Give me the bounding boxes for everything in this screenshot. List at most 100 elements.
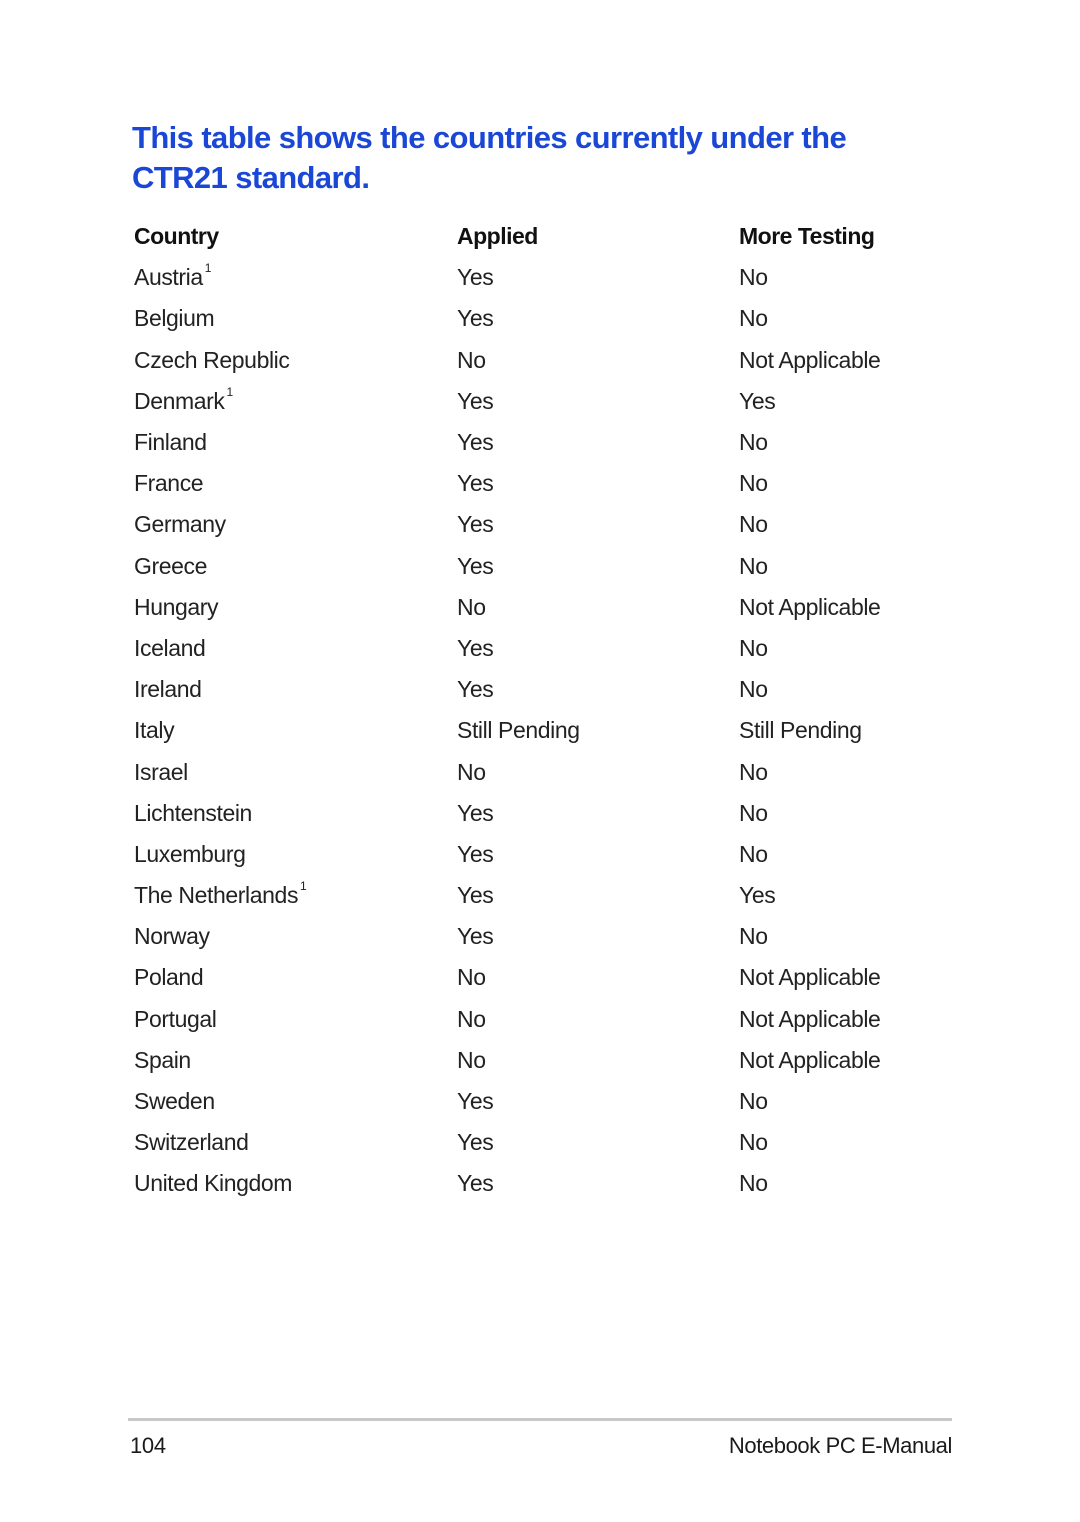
country-name: Ireland <box>134 676 202 703</box>
country-name: Hungary <box>134 593 219 620</box>
more-testing-cell: No <box>739 799 768 826</box>
more-testing-cell: Not Applicable <box>739 346 881 373</box>
country-cell: France <box>134 463 457 504</box>
table-row: Hungary No Not Applicable <box>134 587 959 628</box>
more-testing-cell: No <box>739 840 768 867</box>
country-name: Austria <box>134 264 203 291</box>
country-cell: Greece <box>134 546 457 587</box>
ctr21-countries-table: Country Applied More Testing Austria 1 Ye… <box>134 216 959 1205</box>
applied-cell: Still Pending <box>457 717 580 744</box>
more-testing-cell: Not Applicable <box>739 1046 881 1073</box>
country-name: Spain <box>134 1046 191 1073</box>
more-testing-cell: No <box>739 1088 768 1115</box>
applied-cell: Yes <box>457 387 494 414</box>
table-row: Sweden Yes No <box>134 1081 959 1122</box>
country-cell: Norway <box>134 916 457 957</box>
applied-cell: No <box>457 1005 486 1032</box>
country-cell: Iceland <box>134 628 457 669</box>
country-name: United Kingdom <box>134 1170 293 1197</box>
table-row: Germany Yes No <box>134 504 959 545</box>
country-name: Germany <box>134 511 226 538</box>
applied-cell: Yes <box>457 470 494 497</box>
column-header-more-testing: More Testing <box>739 223 875 250</box>
country-name: Czech Republic <box>134 346 290 373</box>
table-row: Switzerland Yes No <box>134 1122 959 1163</box>
table-row: Iceland Yes No <box>134 628 959 669</box>
applied-cell: Yes <box>457 1088 494 1115</box>
country-cell: Hungary <box>134 587 457 628</box>
country-cell: Switzerland <box>134 1122 457 1163</box>
more-testing-cell: Not Applicable <box>739 964 881 991</box>
table-row: Poland No Not Applicable <box>134 957 959 998</box>
country-name: Lichtenstein <box>134 799 252 826</box>
country-name: Greece <box>134 552 208 579</box>
manual-name: Notebook PC E-Manual <box>728 1433 953 1458</box>
applied-cell: Yes <box>457 634 494 661</box>
country-name: Norway <box>134 923 210 950</box>
applied-cell: Yes <box>457 511 494 538</box>
country-cell: Israel <box>134 751 457 792</box>
country-cell: Poland <box>134 957 457 998</box>
column-header-applied: Applied <box>457 223 538 250</box>
country-name: Finland <box>134 429 207 456</box>
table-row: Spain No Not Applicable <box>134 1040 959 1081</box>
country-name: France <box>134 470 204 497</box>
country-cell: Czech Republic <box>134 340 457 381</box>
applied-cell: No <box>457 964 486 991</box>
country-name: Belgium <box>134 305 215 332</box>
table-row: Austria 1 Yes No <box>134 257 959 298</box>
more-testing-cell: No <box>739 511 768 538</box>
more-testing-cell: No <box>739 676 768 703</box>
table-row: France Yes No <box>134 463 959 504</box>
country-name: Portugal <box>134 1005 217 1032</box>
country-cell: Italy <box>134 710 457 751</box>
more-testing-cell: No <box>739 470 768 497</box>
table-row: Denmark 1 Yes Yes <box>134 381 959 422</box>
applied-cell: No <box>457 758 486 785</box>
more-testing-cell: No <box>739 758 768 785</box>
table-row: Ireland Yes No <box>134 669 959 710</box>
applied-cell: Yes <box>457 429 494 456</box>
more-testing-cell: No <box>739 429 768 456</box>
more-testing-cell: Yes <box>739 387 776 414</box>
page-number: 104 <box>130 1433 166 1458</box>
applied-cell: Yes <box>457 552 494 579</box>
country-cell: Portugal <box>134 999 457 1040</box>
footer-divider <box>128 1418 952 1421</box>
table-row: Finland Yes No <box>134 422 959 463</box>
applied-cell: Yes <box>457 1129 494 1156</box>
applied-cell: Yes <box>457 676 494 703</box>
more-testing-cell: No <box>739 1129 768 1156</box>
more-testing-cell: No <box>739 634 768 661</box>
applied-cell: Yes <box>457 264 494 291</box>
applied-cell: No <box>457 1046 486 1073</box>
table-body: Austria 1 Yes No Belgium Yes No Czech Rep… <box>134 257 959 1204</box>
footnote-marker: 1 <box>226 384 234 399</box>
table-row: Lichtenstein Yes No <box>134 793 959 834</box>
column-header-country: Country <box>134 223 219 250</box>
applied-cell: Yes <box>457 923 494 950</box>
table-row: Norway Yes No <box>134 916 959 957</box>
footnote-marker: 1 <box>300 879 307 894</box>
country-cell: Lichtenstein <box>134 793 457 834</box>
applied-cell: Yes <box>457 799 494 826</box>
applied-cell: Yes <box>457 1170 494 1197</box>
country-cell: Germany <box>134 504 457 545</box>
footnote-marker: 1 <box>204 261 212 276</box>
country-cell: Luxemburg <box>134 834 457 875</box>
applied-cell: No <box>457 346 486 373</box>
more-testing-cell: No <box>739 305 768 332</box>
country-name: Italy <box>134 717 175 744</box>
more-testing-cell: Still Pending <box>739 717 862 744</box>
applied-cell: No <box>457 593 486 620</box>
country-name: The Netherlands <box>134 882 299 909</box>
table-row: Israel No No <box>134 751 959 792</box>
country-cell: Belgium <box>134 298 457 339</box>
more-testing-cell: Not Applicable <box>739 1005 881 1032</box>
table-row: The Netherlands 1 Yes Yes <box>134 875 959 916</box>
more-testing-cell: No <box>739 552 768 579</box>
country-cell: Spain <box>134 1040 457 1081</box>
page-title: This table shows the countries currently… <box>132 120 847 195</box>
applied-cell: Yes <box>457 305 494 332</box>
table-row: United Kingdom Yes No <box>134 1163 959 1204</box>
